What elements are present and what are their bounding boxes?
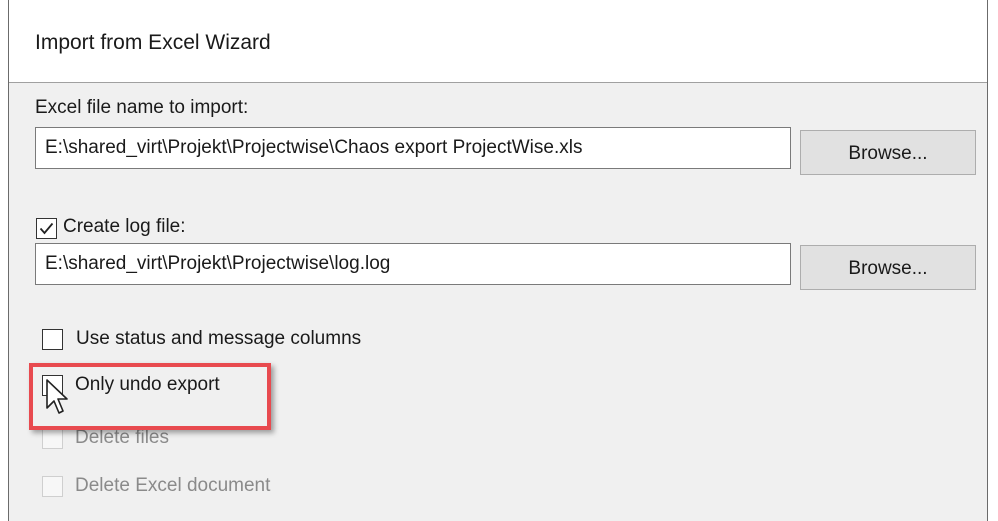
wizard-header: Import from Excel Wizard (9, 0, 987, 82)
log-browse-button[interactable]: Browse... (800, 245, 976, 290)
log-file-input[interactable]: E:\shared_virt\Projekt\Projectwise\log.l… (35, 243, 791, 285)
mouse-cursor-icon (46, 379, 68, 414)
excel-file-label: Excel file name to import: (35, 97, 249, 118)
excel-browse-button[interactable]: Browse... (800, 130, 976, 175)
window-title: Import from Excel Wizard (35, 31, 271, 54)
excel-file-input[interactable]: E:\shared_virt\Projekt\Projectwise\Chaos… (35, 127, 791, 169)
delete-files-label: Delete files (75, 427, 169, 448)
delete-excel-checkbox (42, 476, 63, 497)
create-log-label: Create log file: (63, 216, 186, 237)
use-status-label: Use status and message columns (76, 328, 362, 349)
use-status-checkbox[interactable] (42, 329, 63, 350)
create-log-checkbox[interactable] (36, 218, 57, 239)
delete-excel-label: Delete Excel document (75, 475, 271, 496)
delete-files-checkbox (42, 428, 63, 449)
check-icon (39, 222, 54, 235)
